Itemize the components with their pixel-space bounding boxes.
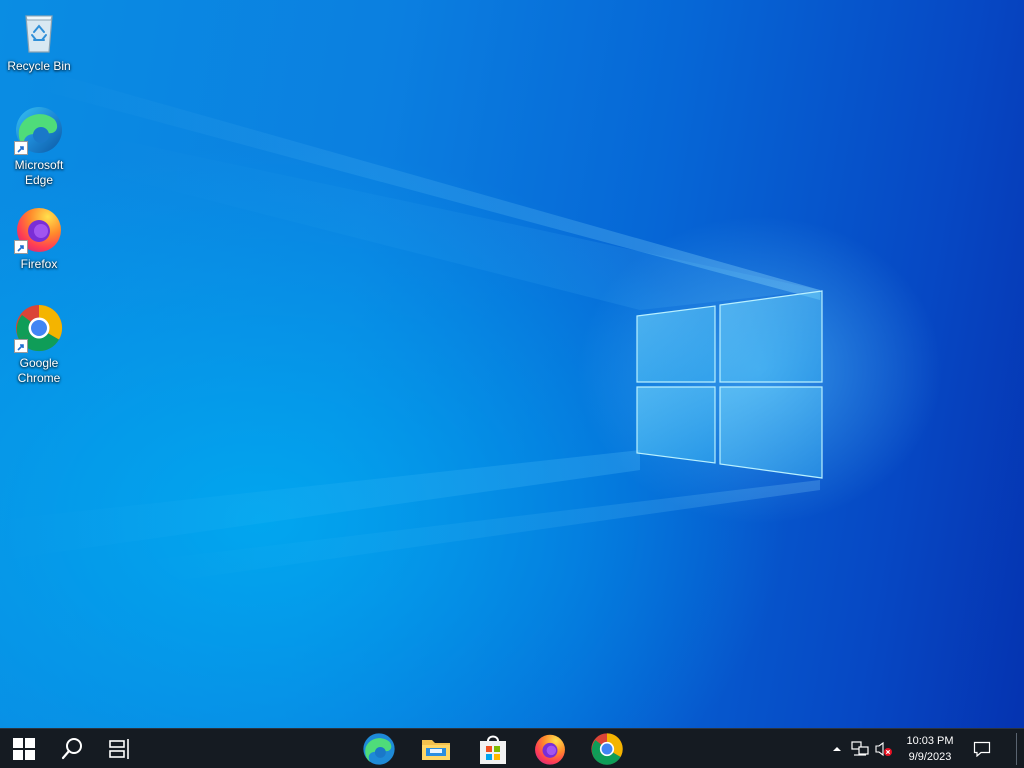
- taskbar: 10:03 PM 9/9/2023: [0, 728, 1024, 768]
- desktop-icon-firefox[interactable]: Firefox: [4, 204, 74, 272]
- tray-network-button[interactable]: [848, 729, 872, 768]
- clock-time: 10:03 PM: [906, 735, 954, 747]
- show-desktop-button[interactable]: [1016, 733, 1022, 765]
- taskbar-app-store[interactable]: [469, 729, 517, 768]
- taskbar-app-edge[interactable]: [355, 729, 403, 768]
- shortcut-arrow-icon: [14, 141, 28, 155]
- desktop[interactable]: Recycle Bin Microsoft Edge Firefox Googl…: [0, 0, 1024, 728]
- chrome-icon: [14, 303, 64, 353]
- recycle-bin-icon: [14, 6, 64, 56]
- edge-icon: [14, 105, 64, 155]
- task-view-icon: [109, 739, 129, 759]
- desktop-icon-google-chrome[interactable]: Google Chrome: [4, 303, 74, 386]
- action-center-button[interactable]: [968, 729, 996, 768]
- store-icon: [480, 735, 506, 764]
- tray-overflow-button[interactable]: [828, 729, 846, 768]
- network-icon: [851, 741, 869, 756]
- action-center-icon: [973, 741, 991, 757]
- shortcut-arrow-icon: [14, 339, 28, 353]
- taskbar-app-file-explorer[interactable]: [412, 729, 460, 768]
- clock-date: 9/9/2023: [908, 751, 952, 763]
- tray-volume-button[interactable]: [872, 729, 894, 768]
- task-view-button[interactable]: [96, 729, 144, 768]
- chrome-icon: [591, 733, 623, 765]
- chevron-up-icon: [833, 747, 841, 751]
- desktop-icon-recycle-bin[interactable]: Recycle Bin: [4, 6, 74, 74]
- firefox-icon: [14, 204, 64, 254]
- desktop-icon-microsoft-edge[interactable]: Microsoft Edge: [4, 105, 74, 188]
- desktop-icon-label: Firefox: [20, 257, 58, 271]
- search-icon: [61, 738, 82, 760]
- desktop-icon-label: Recycle Bin: [7, 59, 71, 73]
- firefox-icon: [535, 734, 565, 765]
- desktop-icon-label: Google Chrome: [17, 356, 61, 385]
- windows-logo-wallpaper: [636, 290, 823, 479]
- tray-clock[interactable]: 10:03 PM 9/9/2023: [892, 731, 968, 767]
- shortcut-arrow-icon: [14, 240, 28, 254]
- taskbar-app-chrome[interactable]: [583, 729, 631, 768]
- desktop-icon-label: Microsoft Edge: [14, 158, 64, 187]
- file-explorer-icon: [422, 740, 450, 760]
- search-button[interactable]: [48, 729, 96, 768]
- volume-muted-icon: [875, 741, 892, 757]
- windows-start-icon: [13, 738, 35, 760]
- taskbar-app-firefox[interactable]: [526, 729, 574, 768]
- edge-icon: [363, 733, 395, 765]
- start-button[interactable]: [0, 729, 48, 768]
